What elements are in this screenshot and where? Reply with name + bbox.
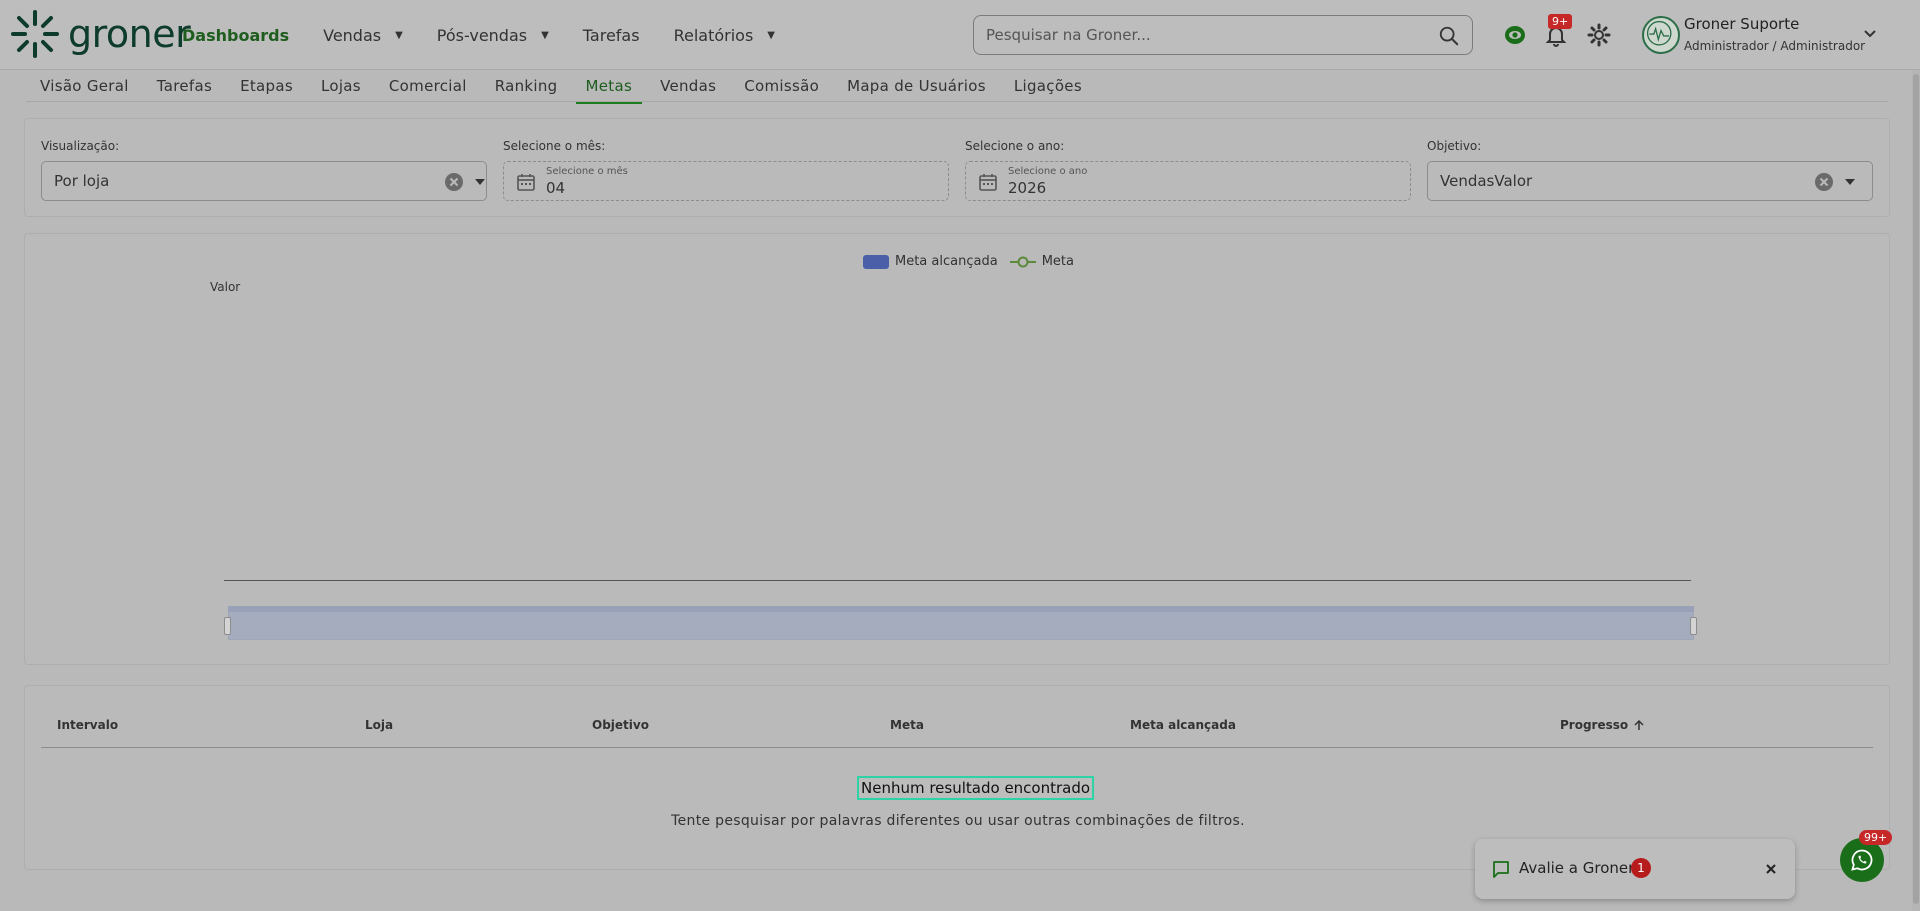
mes-hint: Selecione o mês [546,166,628,177]
clear-icon[interactable] [444,172,464,192]
gear-icon[interactable] [1586,22,1612,48]
avatar-logo-icon [1646,20,1672,46]
tab-comercial[interactable]: Comercial [375,70,481,102]
toast-badge: 1 [1631,858,1651,878]
zoom-handle-right[interactable] [1690,617,1697,635]
nav-relatorios[interactable]: Relatórios ▼ [674,26,775,45]
nav-label: Tarefas [582,25,640,45]
whatsapp-badge: 99+ [1859,830,1893,845]
legend-swatch-meta[interactable] [1009,255,1036,269]
main-nav: Dashboards Vendas ▼ Pós-vendas ▼ Tarefas… [182,0,809,70]
empty-state-title: Nenhum resultado encontrado [857,776,1095,800]
tab-mapa-de-usuarios[interactable]: Mapa de Usuários [833,70,1000,102]
user-role: Administrador / Administrador [1684,39,1866,53]
search-icon[interactable] [1438,25,1460,47]
top-bar: groner Dashboards Vendas ▼ Pós-vendas ▼ … [0,0,1920,70]
column-header-loja[interactable]: Loja [365,718,393,732]
caret-down-icon[interactable] [474,176,486,188]
column-header-intervalo[interactable]: Intervalo [57,718,118,732]
goals-chart: Meta alcançada Meta Valor [24,233,1890,665]
nav-dashboards[interactable]: Dashboards [182,26,289,45]
nav-vendas[interactable]: Vendas ▼ [323,26,403,45]
brand-logo[interactable]: groner [10,8,191,60]
user-name: Groner Suporte [1684,15,1800,33]
nav-label: Vendas [323,25,382,45]
nav-label: Relatórios [673,25,754,45]
brand-name: groner [68,12,191,56]
dashboard-tabs: Visão Geral Tarefas Etapas Lojas Comerci… [26,70,1096,104]
ano-value: 2026 [1008,179,1047,197]
tab-comissao[interactable]: Comissão [730,70,833,102]
empty-state-subtitle: Tente pesquisar por palavras diferentes … [671,813,1245,829]
y-axis-label: Valor [210,280,241,294]
caret-down-icon: ▼ [767,29,775,41]
visualizacao-select[interactable]: Por loja [41,161,487,201]
column-header-meta[interactable]: Meta [890,718,924,732]
tab-tarefas[interactable]: Tarefas [143,70,226,102]
legend-swatch-meta-alcancada[interactable] [863,254,889,269]
nav-label: Dashboards [182,25,290,45]
objetivo-select[interactable]: VendasValor [1427,161,1873,201]
groner-logo-icon [11,10,59,58]
tab-etapas[interactable]: Etapas [226,70,307,102]
mes-label: Selecione o mês: [503,139,606,153]
global-search [973,15,1473,55]
tab-lojas[interactable]: Lojas [307,70,375,102]
table-header-divider [41,747,1873,748]
objetivo-value: VendasValor [1440,172,1533,190]
tab-ranking[interactable]: Ranking [481,70,572,102]
zoom-handle-left[interactable] [224,617,231,635]
column-header-progresso[interactable]: Progresso [1560,718,1645,732]
caret-down-icon: ▼ [541,29,549,41]
calendar-icon [517,174,535,191]
legend-label-meta-alcancada[interactable]: Meta alcançada [895,254,998,269]
nav-pos-vendas[interactable]: Pós-vendas ▼ [437,26,549,45]
column-header-objetivo[interactable]: Objetivo [592,718,649,732]
ano-label: Selecione o ano: [965,139,1065,153]
feedback-toast[interactable]: Avalie a Groner! 1 [1475,839,1795,899]
sort-arrow-up-icon [1634,719,1644,730]
eye-icon[interactable] [1502,22,1528,48]
nav-tarefas[interactable]: Tarefas [583,26,640,45]
calendar-icon [979,174,997,191]
tab-vendas[interactable]: Vendas [646,70,730,102]
caret-down-icon: ▼ [395,29,403,41]
chart-zoom-track [228,606,1694,612]
column-header-meta-alcancada[interactable]: Meta alcançada [1130,718,1236,732]
close-icon[interactable] [1763,861,1779,877]
avatar[interactable] [1642,16,1680,54]
x-axis-line [224,580,1691,581]
search-input[interactable] [986,26,1426,44]
legend-label-meta[interactable]: Meta [1042,254,1074,269]
toast-text: Avalie a Groner! [1519,859,1641,877]
ano-hint: Selecione o ano [1008,166,1088,177]
tab-metas[interactable]: Metas [572,70,647,104]
column-header-label: Progresso [1560,718,1629,732]
nav-label: Pós-vendas [436,25,528,45]
mes-picker[interactable]: Selecione o mês 04 [503,161,949,201]
page-scrollbar-thumb[interactable] [1913,74,1919,904]
filters-card: Visualização: Por loja Selecione o mês: … [24,118,1890,217]
tab-visao-geral[interactable]: Visão Geral [26,70,143,102]
visualizacao-label: Visualização: [41,139,120,153]
chevron-down-icon[interactable] [1862,26,1878,42]
caret-down-icon[interactable] [1844,176,1856,188]
notifications-badge: 9+ [1548,14,1573,29]
visualizacao-value: Por loja [54,172,110,190]
tabs-divider [26,101,1888,102]
ano-picker[interactable]: Selecione o ano 2026 [965,161,1411,201]
whatsapp-icon [1851,849,1873,871]
objetivo-label: Objetivo: [1427,139,1482,153]
chart-legend: Meta alcançada Meta [863,254,1074,269]
tab-ligacoes[interactable]: Ligações [1000,70,1096,102]
mes-value: 04 [546,179,566,197]
clear-icon[interactable] [1814,172,1834,192]
chat-icon [1493,861,1509,878]
